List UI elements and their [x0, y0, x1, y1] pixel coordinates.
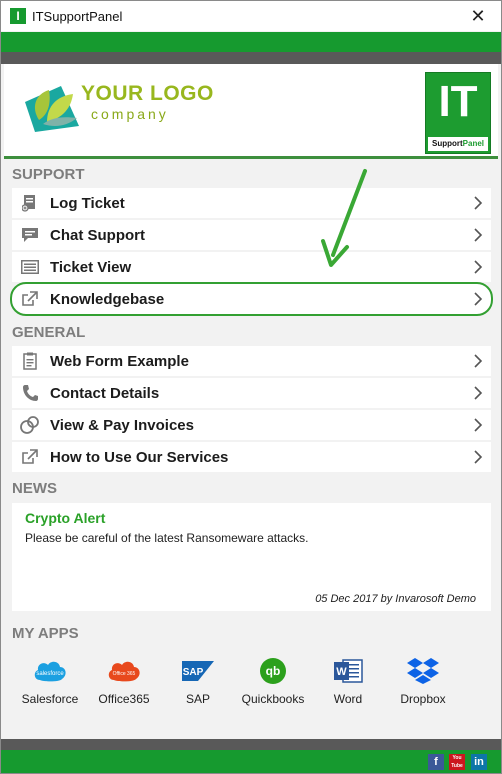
menu-item-label: View & Pay Invoices [50, 416, 194, 434]
general-menu: Web Form Example Contact Details View & … [12, 346, 491, 474]
chevron-right-icon [474, 228, 483, 242]
news-body: Please be careful of the latest Ransomew… [25, 531, 309, 545]
logo-wordmark: YOUR LOGO [81, 82, 214, 105]
svg-text:SAP: SAP [183, 667, 204, 678]
app-salesforce[interactable]: salesforce Salesforce [12, 656, 88, 706]
sap-icon: SAP [182, 661, 214, 681]
header-divider [4, 156, 498, 159]
menu-item-label: Web Form Example [50, 352, 189, 370]
menu-item-knowledgebase[interactable]: Knowledgebase [10, 282, 493, 316]
word-icon: W [334, 659, 363, 683]
app-label: Office365 [98, 692, 150, 706]
facebook-icon[interactable]: f [428, 754, 444, 770]
app-label: Salesforce [21, 692, 79, 706]
chevron-right-icon [474, 386, 483, 400]
support-menu: Log Ticket Chat Support Ticket View Know… [10, 188, 493, 316]
svg-text:qb: qb [266, 664, 281, 678]
apps-grid: salesforce Salesforce Office 365 Office3… [12, 646, 491, 732]
list-icon [19, 260, 41, 274]
footer-gray-band [1, 739, 501, 750]
title-bar: I ITSupportPanel ✕ [1, 1, 501, 31]
menu-item-label: Contact Details [50, 384, 160, 402]
app-dropbox[interactable]: Dropbox [385, 656, 461, 706]
svg-text:salesforce: salesforce [36, 671, 64, 677]
logo-subtitle: company [91, 106, 169, 122]
youtube-icon[interactable]: You Tube [449, 754, 465, 770]
app-label: SAP [185, 692, 210, 706]
menu-item-label: Chat Support [50, 226, 145, 244]
menu-item-how-to-use[interactable]: How to Use Our Services [12, 442, 491, 472]
brand-header: YOUR LOGO company IT SupportPanel [4, 64, 498, 156]
clipboard-icon [19, 352, 41, 370]
section-title-general: GENERAL [12, 324, 86, 341]
office365-icon: Office 365 [108, 661, 140, 682]
chevron-right-icon [474, 354, 483, 368]
phone-icon [19, 384, 41, 402]
menu-item-invoices[interactable]: View & Pay Invoices [12, 410, 491, 440]
menu-item-contact-details[interactable]: Contact Details [12, 378, 491, 408]
svg-text:W: W [336, 666, 347, 678]
app-quickbooks[interactable]: qb Quickbooks [235, 656, 311, 706]
section-title-news: NEWS [12, 480, 57, 497]
app-window: I ITSupportPanel ✕ YOUR LOGO company IT … [0, 0, 502, 774]
ticket-icon [19, 194, 41, 212]
window-title: ITSupportPanel [32, 8, 123, 24]
external-link-icon [19, 449, 41, 465]
app-sap[interactable]: SAP SAP [160, 656, 236, 706]
app-logo-icon: I [10, 8, 26, 24]
menu-item-label: Log Ticket [50, 194, 125, 212]
chat-icon [19, 227, 41, 243]
badge-label: SupportPanel [428, 137, 488, 151]
section-title-apps: MY APPS [12, 625, 79, 642]
close-button[interactable]: ✕ [455, 1, 501, 31]
chevron-right-icon [474, 418, 483, 432]
chevron-right-icon [474, 196, 483, 210]
app-word[interactable]: W Word [310, 656, 386, 706]
annotation-arrow [321, 169, 367, 267]
dropbox-icon [407, 658, 439, 684]
linkedin-icon[interactable]: in [471, 754, 487, 770]
menu-item-label: Ticket View [50, 258, 132, 276]
app-label: Word [333, 692, 363, 706]
top-green-band [1, 32, 501, 52]
external-link-icon [19, 291, 41, 307]
close-icon: ✕ [470, 5, 486, 26]
app-label: Quickbooks [241, 692, 305, 706]
footer-bar: f You Tube in [1, 750, 501, 773]
news-meta: 05 Dec 2017 by Invarosoft Demo [315, 593, 476, 605]
badge-it-text: IT [438, 77, 478, 126]
news-headline[interactable]: Crypto Alert [25, 510, 105, 526]
menu-item-label: Knowledgebase [50, 290, 165, 308]
menu-item-label: How to Use Our Services [50, 448, 229, 466]
quickbooks-icon: qb [260, 658, 286, 684]
app-office365[interactable]: Office 365 Office365 [86, 656, 162, 706]
news-card: Crypto Alert Please be careful of the la… [12, 503, 491, 611]
svg-text:Office 365: Office 365 [113, 671, 136, 677]
chevron-right-icon [474, 292, 483, 306]
menu-item-ticket-view[interactable]: Ticket View [12, 252, 491, 282]
menu-item-web-form[interactable]: Web Form Example [12, 346, 491, 376]
itsupportpanel-badge: IT SupportPanel [425, 72, 491, 154]
salesforce-icon: salesforce [34, 661, 66, 682]
chevron-right-icon [474, 260, 483, 274]
menu-item-chat-support[interactable]: Chat Support [12, 220, 491, 250]
chevron-right-icon [474, 450, 483, 464]
coins-icon [19, 416, 41, 434]
menu-item-log-ticket[interactable]: Log Ticket [12, 188, 491, 218]
app-label: Dropbox [400, 692, 446, 706]
section-title-support: SUPPORT [12, 166, 85, 183]
top-gray-band [1, 52, 501, 64]
